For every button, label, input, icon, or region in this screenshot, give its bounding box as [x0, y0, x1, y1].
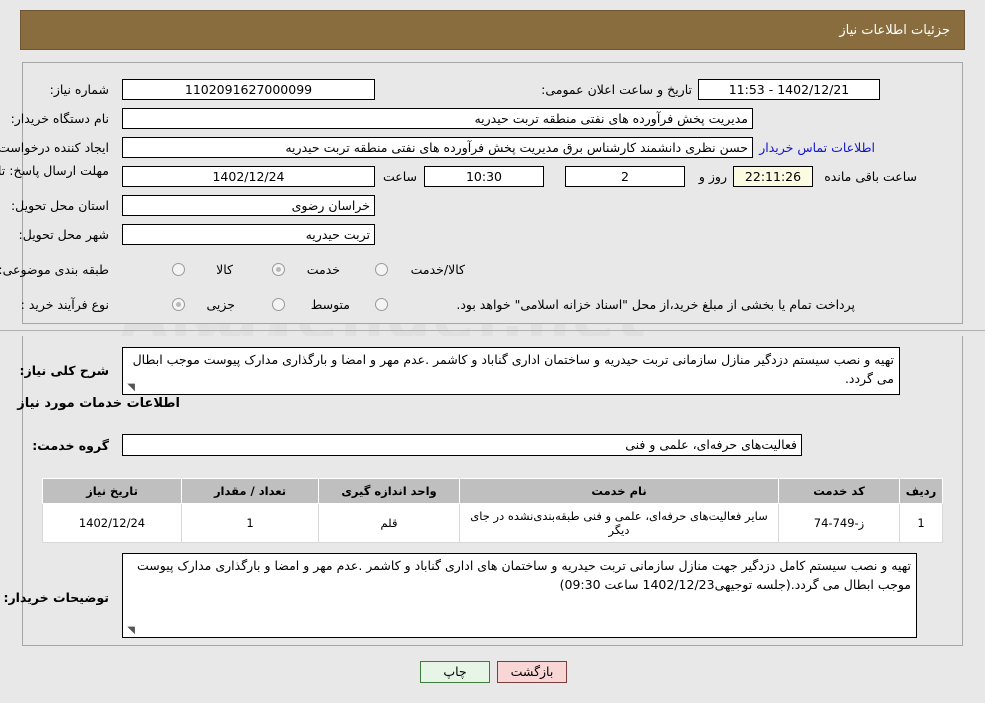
table-header-row: ردیف کد خدمت نام خدمت واحد اندازه گیری ت…: [42, 478, 943, 504]
announce-value: 1402/12/21 - 11:53: [698, 79, 880, 100]
page-root: AnaTender.net جزئیات اطلاعات نیاز شماره …: [0, 0, 985, 703]
th-code: کد خدمت: [778, 478, 900, 504]
buyer-org-value: مدیریت پخش فرآورده های نفتی منطقه تربت ح…: [122, 108, 753, 129]
days-label: روز و: [698, 169, 727, 184]
resize-grip-icon[interactable]: ◥: [125, 383, 135, 393]
province-label: استان محل تحویل:: [10, 198, 109, 213]
print-button[interactable]: چاپ: [420, 661, 490, 683]
city-value: تربت حیدریه: [122, 224, 375, 245]
th-unit: واحد اندازه گیری: [318, 478, 460, 504]
buyer-notes-value: تهیه و نصب سیستم کامل دزدگیر جهت منازل س…: [136, 558, 911, 592]
th-qty: تعداد / مقدار: [181, 478, 319, 504]
th-row: ردیف: [899, 478, 943, 504]
page-title: جزئیات اطلاعات نیاز: [839, 22, 950, 38]
need-number-value: 1102091627000099: [122, 79, 375, 100]
resize-grip-icon-2[interactable]: ◥: [125, 626, 135, 636]
payment-note: پرداخت تمام یا بخشی از مبلغ خرید،از محل …: [456, 297, 855, 312]
th-name: نام خدمت: [459, 478, 779, 504]
need-number-label: شماره نیاز:: [49, 82, 109, 97]
radio-label-kala-khedmat: کالا/خدمت: [410, 262, 465, 277]
buyer-org-label: نام دستگاه خریدار:: [10, 111, 109, 126]
description-label: شرح کلی نیاز:: [19, 363, 109, 378]
section-divider: [0, 330, 985, 331]
table-row[interactable]: 1 ز-749-74 سایر فعالیت‌های حرفه‌ای، علمی…: [42, 503, 943, 543]
announce-label: تاریخ و ساعت اعلان عمومی:: [541, 82, 692, 97]
radio-category-khedmat[interactable]: [272, 263, 285, 276]
cell-date: 1402/12/24: [42, 503, 182, 543]
radio-label-motevaset: متوسط: [310, 297, 350, 312]
service-group-label: گروه خدمت:: [32, 438, 109, 453]
radio-process-motevaset[interactable]: [272, 298, 285, 311]
page-header: جزئیات اطلاعات نیاز: [20, 10, 965, 50]
countdown-timer: 22:11:26: [733, 166, 813, 187]
buyer-contact-link[interactable]: اطلاعات تماس خریدار: [759, 140, 875, 155]
remaining-label: ساعت باقی مانده: [824, 169, 917, 184]
th-date: تاریخ نیاز: [42, 478, 182, 504]
city-label: شهر محل تحویل:: [18, 227, 109, 242]
cell-row: 1: [899, 503, 943, 543]
back-button[interactable]: بازگشت: [497, 661, 567, 683]
radio-label-jozii: جزیی: [206, 297, 235, 312]
radio-category-kala-khedmat[interactable]: [375, 263, 388, 276]
hour-label: ساعت: [382, 169, 417, 184]
deadline-time: 10:30: [424, 166, 544, 187]
services-section-title: اطلاعات خدمات مورد نیاز: [17, 396, 180, 411]
buyer-notes-textarea[interactable]: تهیه و نصب سیستم کامل دزدگیر جهت منازل س…: [122, 553, 917, 638]
cell-qty: 1: [181, 503, 319, 543]
deadline-date: 1402/12/24: [122, 166, 375, 187]
creator-value: حسن نظری دانشمند کارشناس برق مدیریت پخش …: [122, 137, 753, 158]
category-label: طبقه بندی موضوعی:: [0, 262, 109, 277]
radio-process-jozii[interactable]: [172, 298, 185, 311]
services-table: ردیف کد خدمت نام خدمت واحد اندازه گیری ت…: [42, 478, 943, 543]
radio-process-third[interactable]: [375, 298, 388, 311]
creator-label: ایجاد کننده درخواست:: [0, 140, 109, 155]
days-remaining-value: 2: [565, 166, 685, 187]
service-group-value: فعالیت‌های حرفه‌ای، علمی و فنی: [122, 434, 802, 456]
cell-name: سایر فعالیت‌های حرفه‌ای، علمی و فنی طبقه…: [459, 503, 779, 543]
need-info-panel: [22, 62, 963, 324]
description-textarea[interactable]: تهیه و نصب سیستم دزدگیر منازل سازمانی تر…: [122, 347, 900, 395]
cell-unit: قلم: [318, 503, 460, 543]
description-value: تهیه و نصب سیستم دزدگیر منازل سازمانی تر…: [132, 352, 894, 386]
province-value: خراسان رضوی: [122, 195, 375, 216]
cell-code: ز-749-74: [778, 503, 900, 543]
buyer-notes-label: توضیحات خریدار:: [3, 590, 109, 605]
radio-label-khedmat: خدمت: [306, 262, 340, 277]
radio-category-kala[interactable]: [172, 263, 185, 276]
radio-label-kala: کالا: [216, 262, 233, 277]
process-label: نوع فرآیند خرید :: [20, 297, 109, 312]
deadline-label: مهلت ارسال پاسخ: تا تاریخ:: [0, 163, 109, 178]
